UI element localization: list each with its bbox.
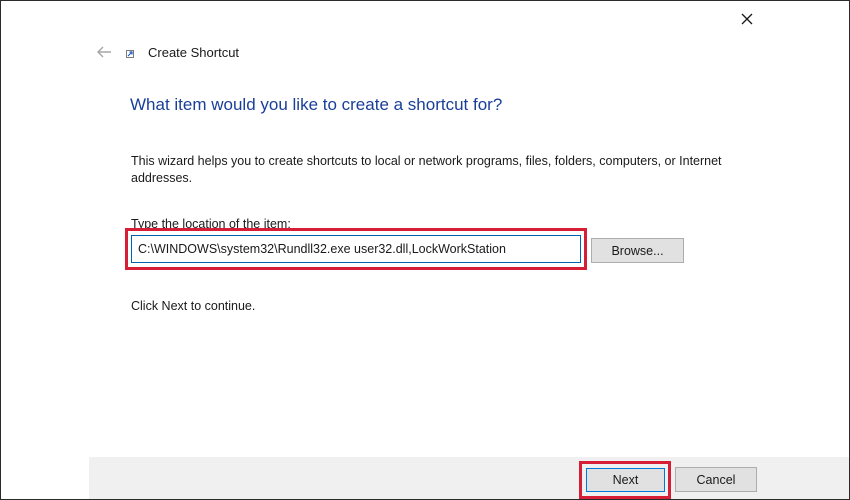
title-bar: Create Shortcut [94,41,239,63]
close-icon [741,13,753,25]
browse-button[interactable]: Browse... [591,238,684,263]
back-button[interactable] [94,42,114,62]
close-button[interactable] [734,7,760,31]
back-arrow-icon [97,46,111,58]
next-button[interactable]: Next [586,468,665,492]
shortcut-icon [126,46,138,58]
window-title: Create Shortcut [148,44,240,60]
create-shortcut-window: Create Shortcut What item would you like… [0,0,850,500]
wizard-description: This wizard helps you to create shortcut… [131,154,722,185]
page-heading: What item would you like to create a sho… [130,95,503,114]
continue-instruction: Click Next to continue. [131,299,256,313]
location-label: Type the location of the item: [131,217,291,231]
cancel-button[interactable]: Cancel [675,467,757,492]
location-input[interactable] [131,235,581,263]
